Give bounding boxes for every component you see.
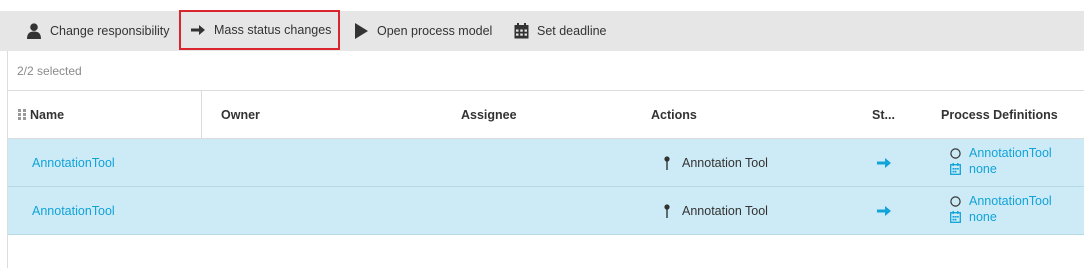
open-process-model-button[interactable]: Open process model: [345, 11, 502, 51]
calendar-icon: [949, 163, 961, 175]
person-icon: [26, 23, 42, 39]
mass-status-changes-label: Mass status changes: [214, 23, 332, 37]
process-definition-link[interactable]: AnnotationTool: [969, 193, 1052, 209]
row-name-link[interactable]: AnnotationTool: [32, 139, 115, 186]
selection-count: 2/2 selected: [17, 64, 82, 78]
set-deadline-button[interactable]: Set deadline: [505, 11, 617, 51]
pin-icon: [664, 203, 670, 218]
row-action[interactable]: Annotation Tool: [664, 187, 768, 234]
toolbar: Change responsibility Mass status change…: [0, 10, 1084, 51]
column-header-name[interactable]: Name: [18, 91, 64, 138]
process-definition-link[interactable]: AnnotationTool: [969, 145, 1052, 161]
row-divider: [8, 234, 1084, 235]
deadline-value[interactable]: none: [969, 209, 997, 225]
column-header-name-label: Name: [30, 107, 65, 122]
process-definition-cell: AnnotationTool none: [949, 145, 1052, 177]
arrow-right-icon: [190, 22, 206, 38]
table-row[interactable]: AnnotationTool Annotation Tool Annotatio…: [8, 187, 1084, 234]
row-action[interactable]: Annotation Tool: [664, 139, 768, 186]
column-header-assignee[interactable]: Assignee: [461, 91, 517, 138]
circle-icon: [949, 147, 961, 159]
column-header-actions[interactable]: Actions: [651, 91, 697, 138]
table-row[interactable]: AnnotationTool Annotation Tool Annotatio…: [8, 139, 1084, 186]
row-name-link[interactable]: AnnotationTool: [32, 187, 115, 234]
change-responsibility-label: Change responsibility: [50, 24, 170, 38]
deadline-value[interactable]: none: [969, 161, 997, 177]
table-header: Name Owner Assignee Actions St... Proces…: [8, 91, 1084, 138]
calendar-icon: [949, 211, 961, 223]
top-strip: [0, 0, 1084, 11]
process-definition-cell: AnnotationTool none: [949, 193, 1052, 225]
status-arrow-icon[interactable]: [877, 187, 891, 234]
column-header-status[interactable]: St...: [872, 91, 895, 138]
status-arrow-icon[interactable]: [877, 139, 891, 186]
pin-icon: [664, 155, 670, 170]
column-divider: [201, 91, 202, 138]
set-deadline-label: Set deadline: [537, 24, 607, 38]
drag-handle-icon[interactable]: [18, 109, 26, 120]
row-action-label: Annotation Tool: [682, 155, 768, 170]
open-process-model-label: Open process model: [377, 24, 493, 38]
mass-status-changes-button[interactable]: Mass status changes: [179, 10, 340, 50]
circle-icon: [949, 195, 961, 207]
column-header-process-definitions[interactable]: Process Definitions: [941, 91, 1058, 138]
play-icon: [353, 23, 369, 39]
calendar-icon: [513, 23, 529, 39]
change-responsibility-button[interactable]: Change responsibility: [18, 11, 180, 51]
column-header-owner[interactable]: Owner: [221, 91, 260, 138]
row-action-label: Annotation Tool: [682, 203, 768, 218]
